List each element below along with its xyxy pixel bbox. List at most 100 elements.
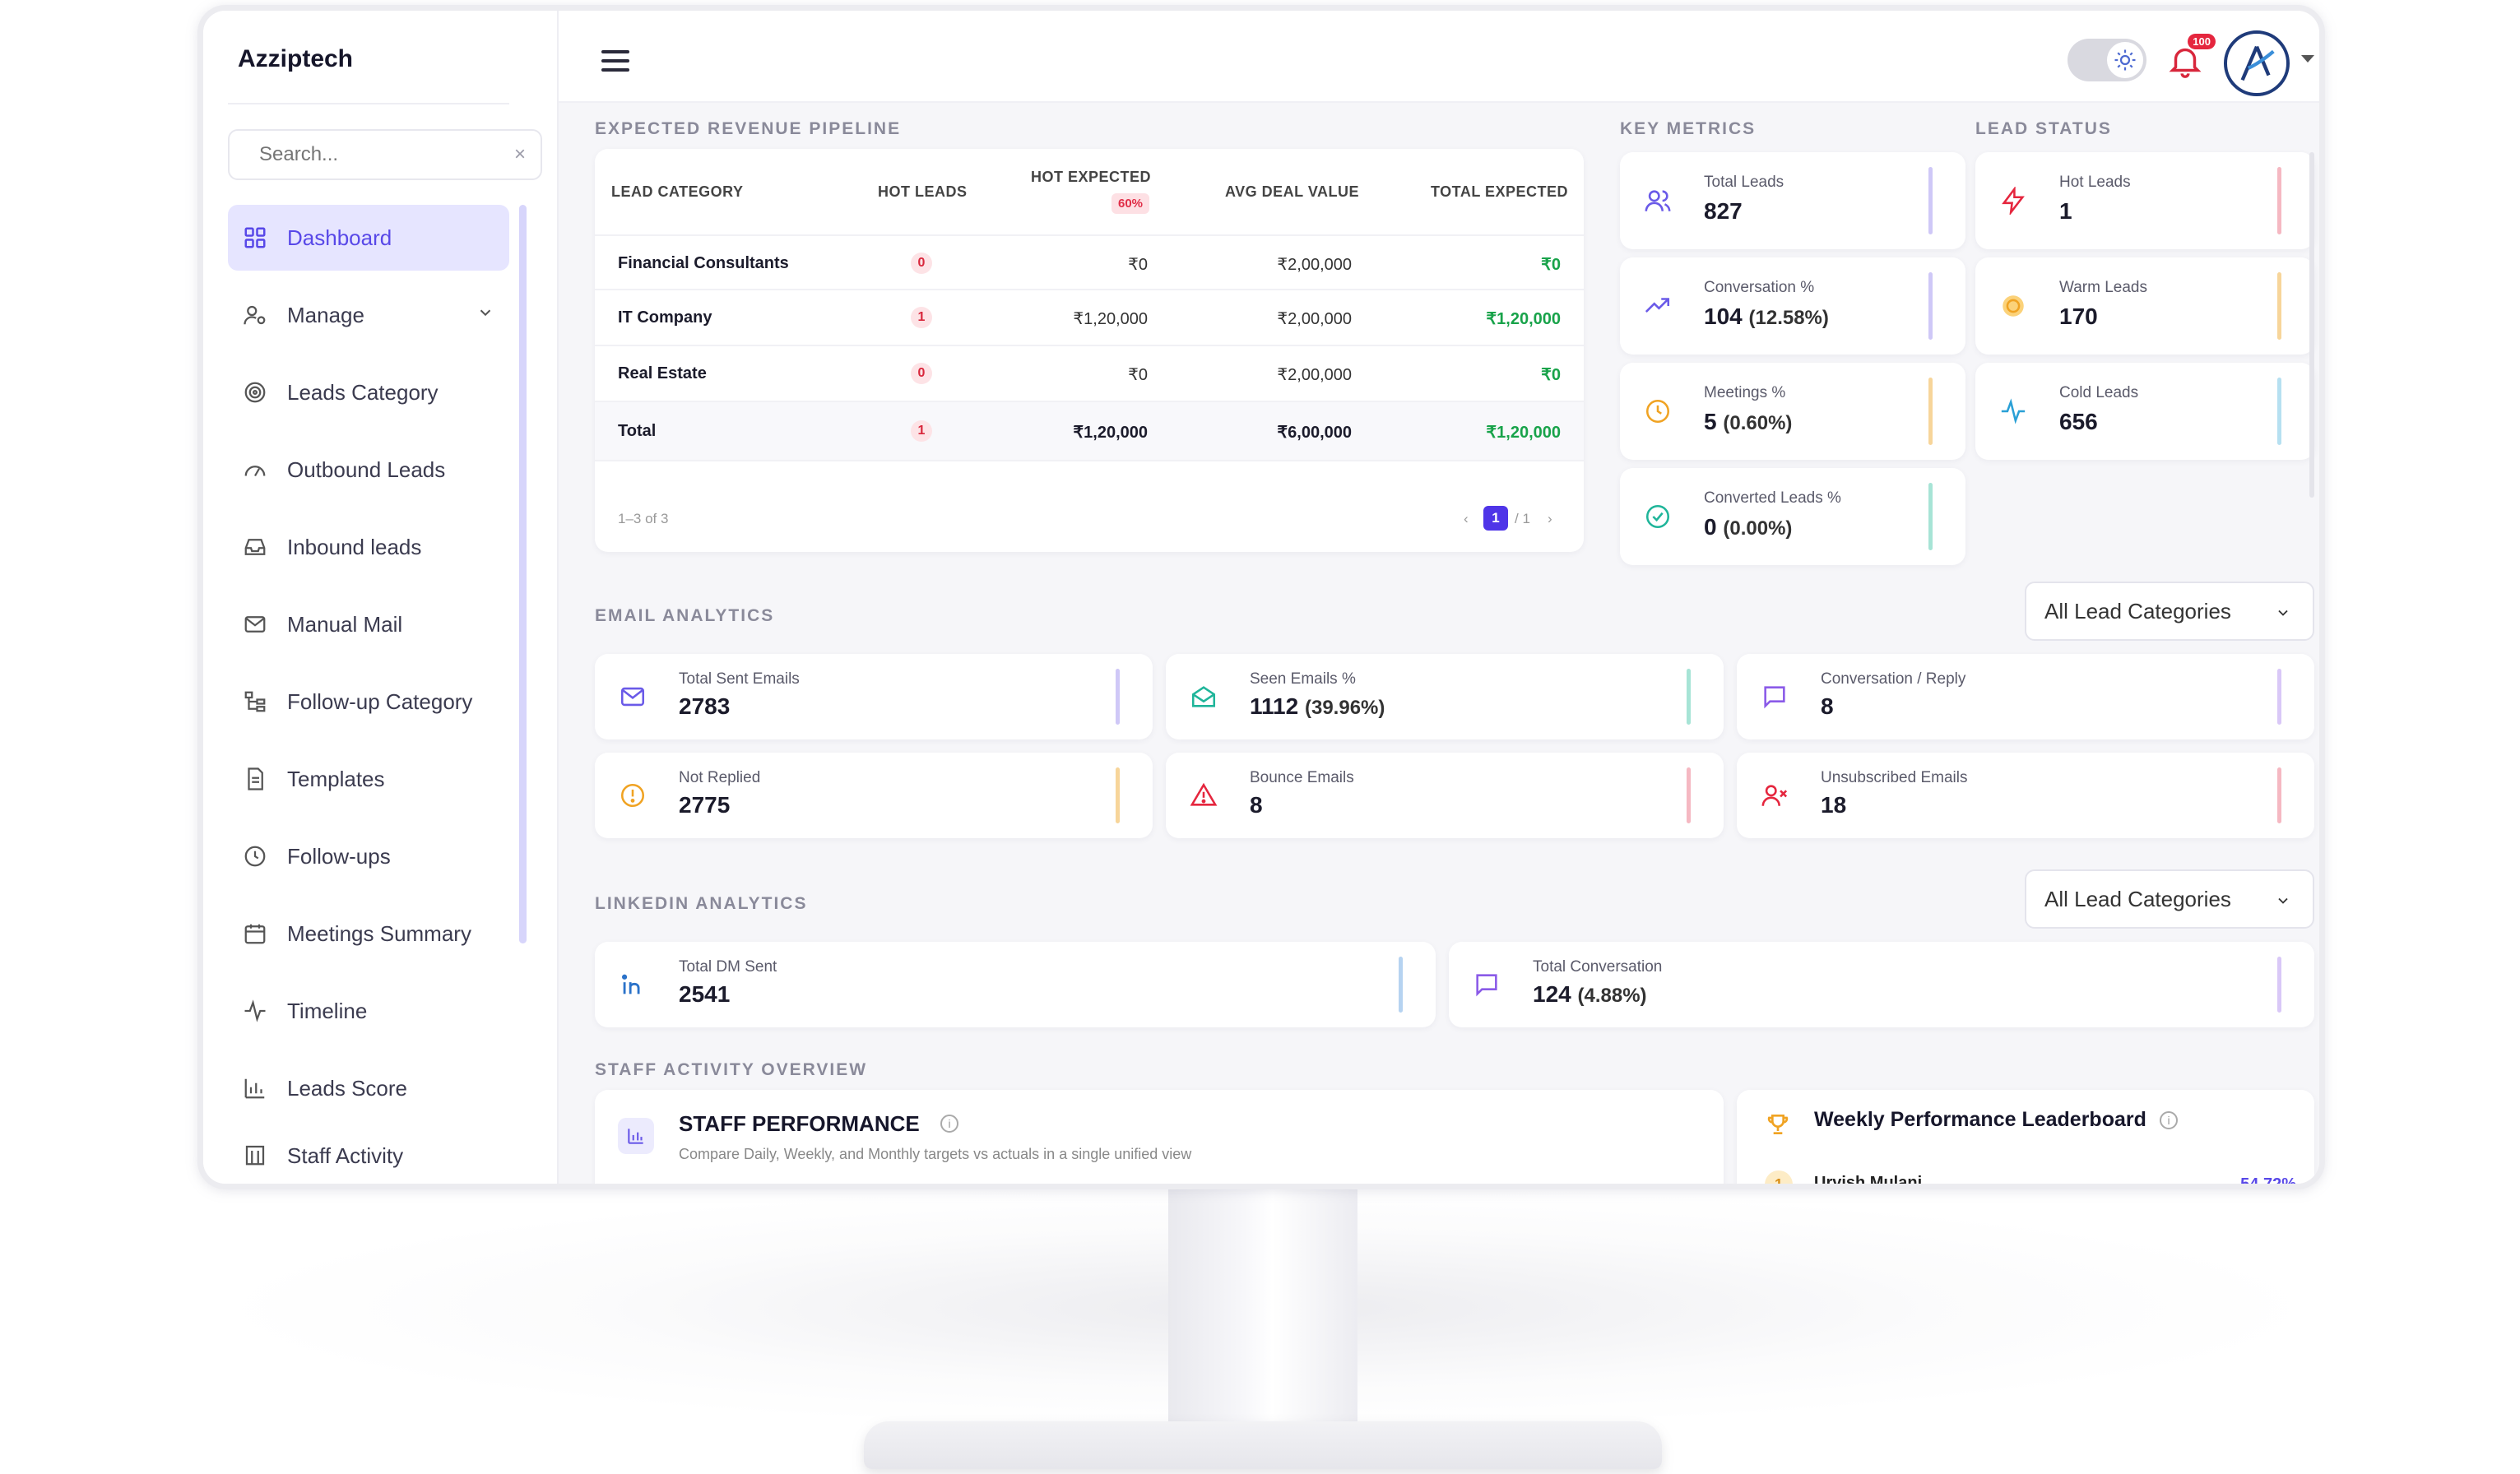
hot-expected-percent-badge: 60% [1111,193,1150,214]
accent-bar [1687,669,1691,725]
metric-label: Total Leads [1704,174,1784,191]
metric-value: 2541 [679,981,731,1007]
email-card-total-sent[interactable]: Total Sent Emails 2783 [595,654,1153,739]
metric-value: 656 [2059,409,2098,434]
stage: Azziptech × Dashboard Manage [0,0,2520,1474]
sidebar-item-follow-ups[interactable]: Follow-ups [228,823,509,889]
section-title-pipeline: EXPECTED REVENUE PIPELINE [595,119,902,138]
hot-leads-badge: 1 [911,420,932,442]
metric-card-conversation[interactable]: Conversation % 104 (12.58%) [1620,257,1965,355]
sidebar-item-staff-activity[interactable]: Staff Activity [228,1133,509,1169]
email-card-not-replied[interactable]: Not Replied 2775 [595,753,1153,838]
email-card-seen[interactable]: Seen Emails % 1112 (39.96%) [1166,654,1724,739]
sidebar-nav: Dashboard Manage Leads Category Outbound… [228,205,509,1180]
row-avg-deal: ₹2,00,000 [1277,256,1352,274]
metric-card-meetings[interactable]: Meetings % 5 (0.60%) [1620,363,1965,460]
metric-label: Meetings % [1704,384,1786,401]
metric-value: 2783 [679,693,731,719]
select-value: All Lead Categories [2044,598,2231,623]
sidebar-item-meetings-summary[interactable]: Meetings Summary [228,901,509,966]
section-title-lead-status: LEAD STATUS [1975,119,2112,138]
row-total-expected: ₹1,20,000 [1486,310,1561,328]
metric-card-converted[interactable]: Converted Leads % 0 (0.00%) [1620,468,1965,565]
mail-icon [616,680,649,713]
main-scrollbar[interactable] [2309,152,2314,498]
sidebar-item-manual-mail[interactable]: Manual Mail [228,591,509,657]
sidebar-item-timeline[interactable]: Timeline [228,978,509,1044]
monitor-stand-base [864,1421,1662,1469]
status-card-warm[interactable]: Warm Leads 170 [1975,257,2314,355]
metric-label: Seen Emails % [1250,670,1356,688]
section-title-key-metrics: KEY METRICS [1620,119,1757,138]
metric-card-total-leads[interactable]: Total Leads 827 [1620,152,1965,249]
page-button[interactable]: 1 [1483,506,1508,531]
clear-search-icon[interactable]: × [514,143,526,166]
col-header-hot-expected: HOT EXPECTED [1031,169,1152,185]
sidebar-item-outbound-leads[interactable]: Outbound Leads [228,437,509,503]
sidebar-item-follow-up-category[interactable]: Follow-up Category [228,669,509,735]
select-value: All Lead Categories [2044,886,2231,911]
accent-bar [1928,272,1933,340]
metric-value: 124 (4.88%) [1533,981,1647,1007]
row-category: IT Company [618,308,712,327]
metric-value: 5 (0.60%) [1704,409,1793,434]
tree-icon [241,688,269,716]
linkedin-icon [616,968,649,1001]
metric-label: Converted Leads % [1704,489,1841,507]
linkedin-card-dm-sent[interactable]: Total DM Sent 2541 [595,942,1436,1027]
row-category: Total [618,422,657,440]
sidebar-item-leads-category[interactable]: Leads Category [228,359,509,425]
table-row[interactable]: Real Estate 0 ₹0 ₹2,00,000 ₹0 [595,346,1584,402]
message-square-icon [1758,680,1791,713]
leader-name: Urvish Mulani [1814,1174,1923,1189]
sidebar-item-dashboard[interactable]: Dashboard [228,205,509,271]
monitor-stand-neck [1168,1184,1357,1431]
email-card-unsubscribed[interactable]: Unsubscribed Emails 18 [1737,753,2314,838]
chevron-left-icon[interactable]: ‹ [1464,511,1469,527]
sidebar-item-label: Follow-up Category [287,688,473,714]
email-card-reply[interactable]: Conversation / Reply 8 [1737,654,2314,739]
mail-icon [241,610,269,638]
metric-label: Bounce Emails [1250,769,1354,786]
trophy-icon [1765,1111,1791,1142]
sidebar-item-leads-score[interactable]: Leads Score [228,1055,509,1121]
rank-badge: 1 [1765,1170,1793,1184]
sidebar-scrollbar[interactable] [519,205,527,943]
table-row[interactable]: Financial Consultants 0 ₹0 ₹2,00,000 ₹0 [595,234,1584,290]
metric-label: Warm Leads [2059,279,2147,296]
leader-percent: 54.72% [2240,1175,2296,1189]
metric-value: 18 [1821,792,1847,818]
sidebar-item-inbound-leads[interactable]: Inbound leads [228,514,509,580]
caret-down-icon[interactable] [2301,55,2314,63]
row-total-expected: ₹1,20,000 [1486,424,1561,442]
theme-toggle[interactable] [2068,39,2146,81]
search-input[interactable] [259,143,514,166]
email-card-bounce[interactable]: Bounce Emails 8 [1166,753,1724,838]
chevron-down-icon [2278,610,2288,616]
info-icon[interactable]: i [2160,1111,2178,1129]
status-card-hot[interactable]: Hot Leads 1 [1975,152,2314,249]
staff-performance-subtitle: Compare Daily, Weekly, and Monthly targe… [679,1146,1192,1162]
menu-icon[interactable] [601,50,629,72]
col-header-hot-leads: HOT LEADS [878,183,968,200]
linkedin-card-conversation[interactable]: Total Conversation 124 (4.88%) [1449,942,2314,1027]
metric-value: 0 (0.00%) [1704,514,1793,540]
sidebar-item-templates[interactable]: Templates [228,746,509,812]
row-avg-deal: ₹2,00,000 [1277,310,1352,328]
table-row[interactable]: IT Company 1 ₹1,20,000 ₹2,00,000 ₹1,20,0… [595,290,1584,346]
staff-performance-title: STAFF PERFORMANCE [679,1111,920,1136]
info-icon[interactable]: i [940,1115,958,1133]
metric-label: Total DM Sent [679,958,777,976]
sidebar-item-manage[interactable]: Manage [228,282,509,348]
chevron-right-icon[interactable]: › [1548,511,1552,527]
search-box[interactable]: × [228,129,542,180]
sidebar-item-label: Leads Score [287,1075,407,1101]
status-card-cold[interactable]: Cold Leads 656 [1975,363,2314,460]
avatar[interactable] [2224,30,2290,96]
metric-value: 1 [2059,198,2072,224]
linkedin-category-select[interactable]: All Lead Categories [2025,869,2314,929]
sidebar-item-label: Manage [287,302,364,327]
pagination-range: 1–3 of 3 [618,511,669,526]
email-category-select[interactable]: All Lead Categories [2025,582,2314,641]
section-title-email: EMAIL ANALYTICS [595,606,775,625]
